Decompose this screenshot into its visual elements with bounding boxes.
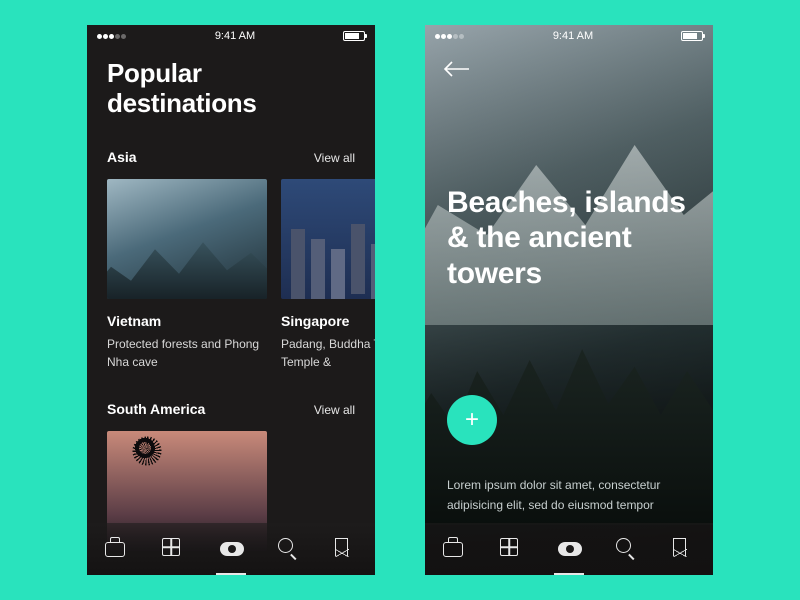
card-image: [281, 179, 375, 299]
hero-title: Beaches, islands & the ancient towers: [447, 185, 691, 291]
description-text: Lorem ipsum dolor sit amet, consectetur …: [447, 475, 691, 516]
grid-icon: [500, 538, 518, 556]
status-time: 9:41 AM: [553, 30, 593, 42]
section-header-south-america: South America View all: [107, 401, 355, 417]
tab-bar: [87, 523, 375, 575]
grid-icon: [162, 538, 180, 556]
section-label: Asia: [107, 149, 137, 165]
signal-dots-icon: [435, 30, 465, 42]
card-title: Vietnam: [107, 313, 267, 329]
card-subtitle: Protected forests and Phong Nha cave: [107, 335, 267, 371]
back-button[interactable]: [443, 59, 471, 79]
search-icon: [278, 538, 293, 553]
search-icon: [616, 538, 631, 553]
destination-card-singapore[interactable]: Singapore Padang, Buddha Tooth Temple &: [281, 179, 375, 371]
destination-detail-screen: 9:41 AM Beaches, islands & the ancient t…: [425, 25, 713, 575]
add-button[interactable]: +: [447, 395, 497, 445]
eye-icon: [558, 542, 582, 556]
section-label: South America: [107, 401, 205, 417]
status-time: 9:41 AM: [215, 30, 255, 42]
briefcase-icon: [443, 542, 463, 557]
signal-dots-icon: [97, 30, 127, 42]
bookmark-icon: [335, 538, 348, 556]
cards-row-asia[interactable]: Vietnam Protected forests and Phong Nha …: [107, 179, 355, 371]
popular-destinations-screen: 9:41 AM Popular destinations Asia View a…: [87, 25, 375, 575]
tab-bookmark[interactable]: [673, 538, 695, 560]
eye-icon: [220, 542, 244, 556]
tab-briefcase[interactable]: [443, 538, 465, 560]
tab-briefcase[interactable]: [105, 538, 127, 560]
briefcase-icon: [105, 542, 125, 557]
page-title: Popular destinations: [107, 59, 355, 119]
tab-bar: [425, 523, 713, 575]
bookmark-icon: [673, 538, 686, 556]
tab-explore[interactable]: [220, 538, 242, 560]
tab-grid[interactable]: [162, 538, 184, 560]
battery-icon: [681, 31, 703, 41]
view-all-link[interactable]: View all: [314, 403, 355, 417]
tab-search[interactable]: [278, 538, 300, 560]
tab-grid[interactable]: [500, 538, 522, 560]
battery-icon: [343, 31, 365, 41]
status-bar: 9:41 AM: [425, 25, 713, 47]
tab-search[interactable]: [616, 538, 638, 560]
view-all-link[interactable]: View all: [314, 151, 355, 165]
tab-bookmark[interactable]: [335, 538, 357, 560]
plus-icon: +: [465, 408, 479, 432]
section-header-asia: Asia View all: [107, 149, 355, 165]
tab-explore[interactable]: [558, 538, 580, 560]
status-bar: 9:41 AM: [87, 25, 375, 47]
card-image: [107, 179, 267, 299]
card-subtitle: Padang, Buddha Tooth Temple &: [281, 335, 375, 371]
destination-card-vietnam[interactable]: Vietnam Protected forests and Phong Nha …: [107, 179, 267, 371]
back-arrow-icon: [443, 59, 471, 79]
card-title: Singapore: [281, 313, 375, 329]
